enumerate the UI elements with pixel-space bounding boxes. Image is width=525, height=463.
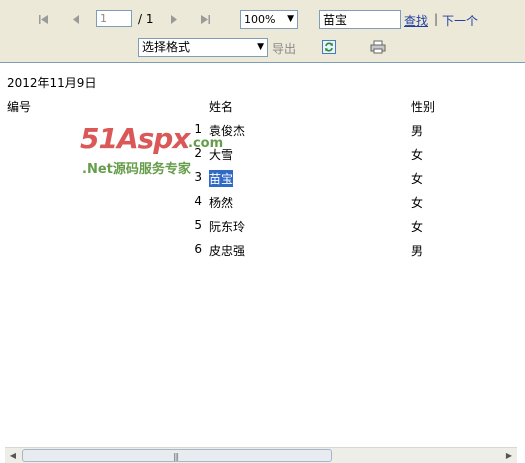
row-gender: 女 bbox=[411, 172, 424, 186]
print-icon[interactable] bbox=[370, 40, 386, 54]
search-input[interactable] bbox=[319, 10, 401, 29]
zoom-select[interactable]: 100% ▼ bbox=[240, 10, 298, 29]
grip-icon: ||| bbox=[173, 452, 179, 461]
row-gender: 女 bbox=[411, 148, 424, 162]
row-number: 6 bbox=[194, 242, 202, 256]
chevron-down-icon: ▼ bbox=[287, 14, 294, 24]
report-toolbar: / 1 100% ▼ 查找 | 下一个 选择格式 ▼ 导出 bbox=[0, 0, 525, 63]
scroll-right-icon[interactable]: ▶ bbox=[502, 449, 516, 462]
link-separator: | bbox=[434, 12, 439, 26]
watermark-subtitle: .Net源码服务专家 bbox=[82, 162, 191, 177]
row-name: 皮忠强 bbox=[209, 244, 246, 258]
report-date: 2012年11月9日 bbox=[7, 76, 97, 90]
find-next-link[interactable]: 下一个 bbox=[442, 12, 478, 29]
table-row: 2 大雪 女 bbox=[0, 142, 525, 166]
table-row: 6 皮忠强 男 bbox=[0, 238, 525, 262]
scrollbar-thumb[interactable]: ||| bbox=[22, 449, 332, 462]
row-gender: 女 bbox=[411, 220, 424, 234]
row-gender: 男 bbox=[411, 244, 424, 258]
previous-page-icon[interactable] bbox=[68, 11, 84, 27]
row-number: 5 bbox=[194, 218, 202, 232]
last-page-icon[interactable] bbox=[197, 11, 213, 27]
table-row: 1 袁俊杰 男 bbox=[0, 118, 525, 142]
row-gender: 女 bbox=[411, 196, 424, 210]
column-header-gender: 性别 bbox=[411, 100, 436, 114]
row-name: 杨然 bbox=[209, 196, 234, 210]
chevron-down-icon: ▼ bbox=[257, 42, 264, 52]
table-row: 4 杨然 女 bbox=[0, 190, 525, 214]
format-select-value: 选择格式 bbox=[142, 40, 191, 54]
next-page-icon[interactable] bbox=[166, 11, 182, 27]
horizontal-scrollbar[interactable]: ◀ ||| ▶ bbox=[5, 447, 517, 463]
page-number-input[interactable] bbox=[96, 10, 132, 27]
column-header-number: 编号 bbox=[7, 100, 32, 114]
table-row: 5 阮东玲 女 bbox=[0, 214, 525, 238]
refresh-icon[interactable] bbox=[322, 40, 336, 54]
export-format-select[interactable]: 选择格式 ▼ bbox=[138, 38, 268, 57]
column-header-name: 姓名 bbox=[209, 100, 234, 114]
report-body: 2012年11月9日 编号 姓名 性别 1 袁俊杰 男 2 大雪 女 3 苗宝 … bbox=[0, 64, 525, 447]
watermark-main-text: 51Aspx bbox=[80, 122, 190, 155]
export-link[interactable]: 导出 bbox=[272, 40, 296, 57]
watermark-logo: 51Aspx .com .Net源码服务专家 bbox=[80, 122, 224, 182]
first-page-icon[interactable] bbox=[36, 11, 52, 27]
zoom-value: 100% bbox=[244, 13, 276, 26]
row-number: 4 bbox=[194, 194, 202, 208]
row-name: 阮东玲 bbox=[209, 220, 246, 234]
scroll-left-icon[interactable]: ◀ bbox=[6, 449, 20, 462]
page-total: / 1 bbox=[138, 12, 154, 26]
row-gender: 男 bbox=[411, 124, 424, 138]
table-row: 3 苗宝 女 bbox=[0, 166, 525, 190]
find-link[interactable]: 查找 bbox=[404, 12, 428, 29]
watermark-domain-text: .com bbox=[188, 136, 224, 151]
